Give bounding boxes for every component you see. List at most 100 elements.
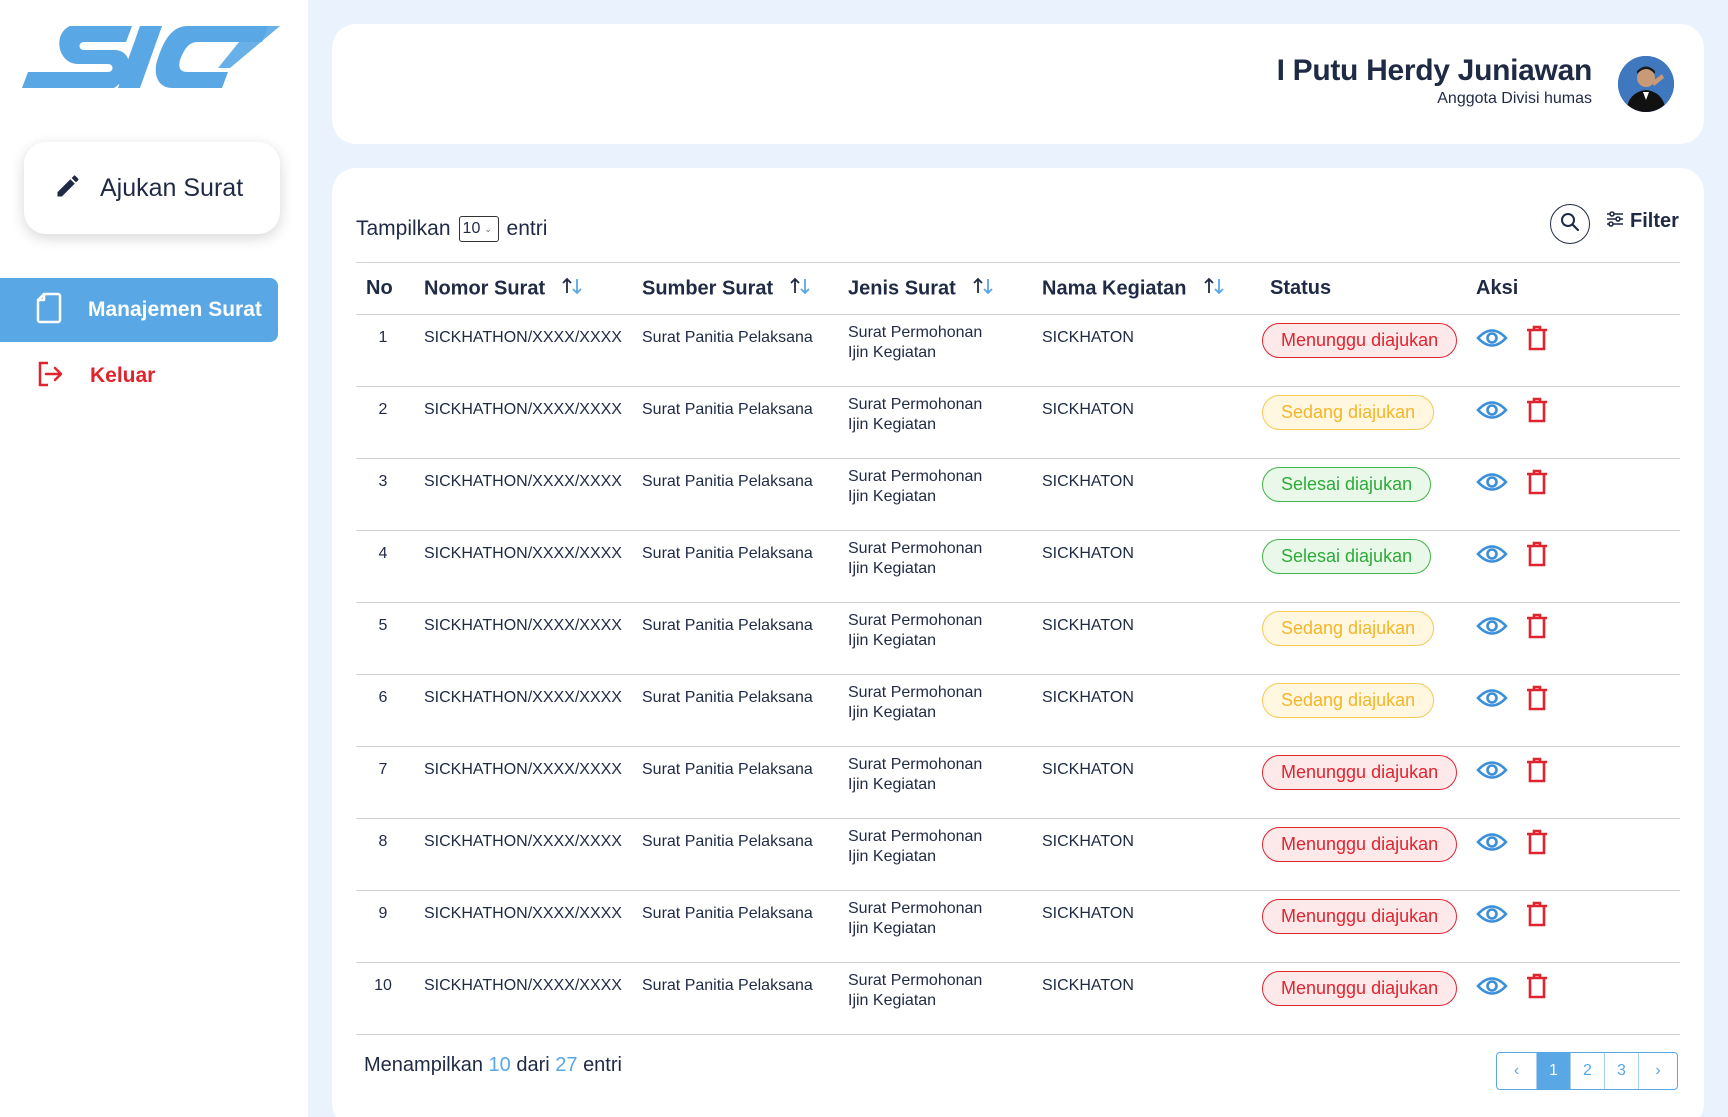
- row-actions: [1472, 829, 1680, 855]
- eye-icon[interactable]: [1476, 327, 1508, 349]
- cell-nama-kegiatan: SICKHATON: [1042, 545, 1134, 562]
- cell-nama-kegiatan: SICKHATON: [1042, 401, 1134, 418]
- cell-nomor-surat: SICKHATHON/XXXX/XXXX: [424, 329, 622, 346]
- cell-no: 7: [378, 761, 388, 778]
- cell-aksi: [1472, 819, 1680, 891]
- cell-nama-kegiatan: SICKHATON: [1042, 473, 1134, 490]
- column-label: Sumber Surat: [642, 276, 774, 299]
- column-label: Status: [1270, 277, 1332, 299]
- trash-icon[interactable]: [1526, 685, 1548, 711]
- prev-page-button[interactable]: ‹: [1497, 1053, 1537, 1089]
- cell-status: Menunggu diajukan: [1248, 315, 1472, 387]
- column-label: No: [366, 277, 393, 299]
- sort-icon[interactable]: [1203, 277, 1225, 301]
- table-row: 10 SICKHATHON/XXXX/XXXX Surat Panitia Pela…: [356, 963, 1680, 1035]
- cell-nama-kegiatan: SICKHATON: [1042, 761, 1134, 778]
- cell-no: 8: [378, 833, 388, 850]
- status-badge[interactable]: Menunggu diajukan: [1262, 323, 1458, 358]
- cell-nomor-surat: SICKHATHON/XXXX/XXXX: [424, 473, 622, 490]
- row-actions: [1472, 397, 1680, 423]
- page-button[interactable]: 1: [1537, 1053, 1571, 1089]
- sidebar-item-manajemen-surat[interactable]: Manajemen Surat: [0, 278, 278, 342]
- eye-icon[interactable]: [1476, 399, 1508, 421]
- trash-icon[interactable]: [1526, 973, 1548, 999]
- sort-icon[interactable]: [789, 277, 811, 301]
- pencil-icon: [54, 172, 82, 205]
- page-size-select[interactable]: 10 ⌄: [458, 216, 499, 242]
- document-icon: [36, 292, 62, 329]
- status-badge[interactable]: Sedang diajukan: [1262, 395, 1435, 430]
- status-badge[interactable]: Menunggu diajukan: [1262, 971, 1458, 1006]
- cell-jenis-surat: Surat Permohonan Ijin Kegiatan: [848, 684, 983, 721]
- row-actions: [1472, 757, 1680, 783]
- eye-icon[interactable]: [1476, 831, 1508, 853]
- cell-jenis-surat: Surat Permohonan Ijin Kegiatan: [848, 468, 983, 505]
- eye-icon[interactable]: [1476, 543, 1508, 565]
- trash-icon[interactable]: [1526, 541, 1548, 567]
- cell-nama-kegiatan: SICKHATON: [1042, 905, 1134, 922]
- column-header-jenis-surat: Jenis Surat: [836, 263, 1030, 315]
- page-button[interactable]: 3: [1605, 1053, 1639, 1089]
- header: I Putu Herdy Juniawan Anggota Divisi hum…: [332, 24, 1704, 144]
- eye-icon[interactable]: [1476, 975, 1508, 997]
- trash-icon[interactable]: [1526, 397, 1548, 423]
- eye-icon[interactable]: [1476, 903, 1508, 925]
- eye-icon[interactable]: [1476, 471, 1508, 493]
- eye-icon[interactable]: [1476, 615, 1508, 637]
- status-badge[interactable]: Selesai diajukan: [1262, 467, 1432, 502]
- trash-icon[interactable]: [1526, 829, 1548, 855]
- row-actions: [1472, 973, 1680, 999]
- sort-icon[interactable]: [972, 277, 994, 301]
- status-badge[interactable]: Sedang diajukan: [1262, 611, 1435, 646]
- cell-aksi: [1472, 531, 1680, 603]
- ajukan-surat-button[interactable]: Ajukan Surat: [24, 142, 280, 234]
- cell-aksi: [1472, 315, 1680, 387]
- row-actions: [1472, 469, 1680, 495]
- sic-logo[interactable]: [22, 22, 280, 94]
- sidebar-item-label: Keluar: [90, 364, 156, 387]
- filter-label: Filter: [1630, 210, 1679, 232]
- cell-no: 4: [378, 545, 388, 562]
- filter-button[interactable]: Filter: [1606, 210, 1679, 233]
- status-badge[interactable]: Menunggu diajukan: [1262, 899, 1458, 934]
- sidebar-item-label: Manajemen Surat: [88, 298, 262, 321]
- trash-icon[interactable]: [1526, 325, 1548, 351]
- trash-icon[interactable]: [1526, 901, 1548, 927]
- cell-sumber-surat: Surat Panitia Pelaksana: [642, 329, 813, 346]
- page-button[interactable]: 2: [1571, 1053, 1605, 1089]
- cell-no: 5: [378, 617, 388, 634]
- table-row: 7 SICKHATHON/XXXX/XXXX Surat Panitia Pelak…: [356, 747, 1680, 819]
- status-badge[interactable]: Menunggu diajukan: [1262, 827, 1458, 862]
- column-header-status: Status: [1248, 263, 1472, 315]
- status-badge[interactable]: Sedang diajukan: [1262, 683, 1435, 718]
- sort-icon[interactable]: [561, 277, 583, 301]
- cell-nomor-surat: SICKHATHON/XXXX/XXXX: [424, 905, 622, 922]
- cell-no: 3: [378, 473, 388, 490]
- eye-icon[interactable]: [1476, 759, 1508, 781]
- cell-nama-kegiatan: SICKHATON: [1042, 833, 1134, 850]
- table-row: 8 SICKHATHON/XXXX/XXXX Surat Panitia Pelak…: [356, 819, 1680, 891]
- trash-icon[interactable]: [1526, 469, 1548, 495]
- cell-aksi: [1472, 387, 1680, 459]
- cell-nomor-surat: SICKHATHON/XXXX/XXXX: [424, 833, 622, 850]
- sidebar: Ajukan Surat Manajemen Surat Keluar: [0, 0, 308, 1117]
- status-badge[interactable]: Selesai diajukan: [1262, 539, 1432, 574]
- cell-nomor-surat: SICKHATHON/XXXX/XXXX: [424, 761, 622, 778]
- cell-jenis-surat: Surat Permohonan Ijin Kegiatan: [848, 900, 983, 937]
- status-badge[interactable]: Menunggu diajukan: [1262, 755, 1458, 790]
- avatar[interactable]: [1618, 56, 1674, 112]
- cell-jenis-surat: Surat Permohonan Ijin Kegiatan: [848, 396, 983, 433]
- cell-nama-kegiatan: SICKHATON: [1042, 617, 1134, 634]
- cell-nomor-surat: SICKHATHON/XXXX/XXXX: [424, 977, 622, 994]
- cell-no: 1: [378, 329, 388, 346]
- summary-prefix: Menampilkan: [364, 1054, 483, 1076]
- next-page-button[interactable]: ›: [1639, 1053, 1677, 1089]
- eye-icon[interactable]: [1476, 687, 1508, 709]
- search-button[interactable]: [1550, 204, 1590, 244]
- sidebar-item-keluar[interactable]: Keluar: [0, 354, 278, 398]
- cell-aksi: [1472, 963, 1680, 1035]
- cell-nomor-surat: SICKHATHON/XXXX/XXXX: [424, 617, 622, 634]
- trash-icon[interactable]: [1526, 757, 1548, 783]
- trash-icon[interactable]: [1526, 613, 1548, 639]
- cell-jenis-surat: Surat Permohonan Ijin Kegiatan: [848, 612, 983, 649]
